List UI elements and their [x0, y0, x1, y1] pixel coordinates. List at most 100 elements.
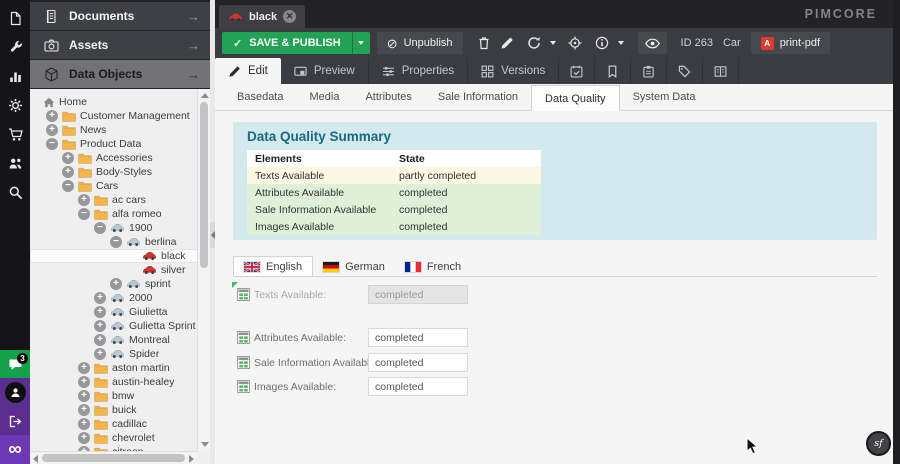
horizontal-scroll-thumb[interactable]: [42, 454, 185, 462]
info-icon[interactable]: [591, 32, 614, 54]
scroll-down-icon[interactable]: [201, 442, 209, 447]
collapse-icon[interactable]: −: [62, 180, 74, 192]
subtab-basedata[interactable]: Basedata: [224, 84, 296, 110]
tab-bookmark-icon[interactable]: [595, 58, 631, 84]
tree-item-montreal[interactable]: +Montreal: [30, 333, 210, 347]
tree-item-cars[interactable]: −Cars: [30, 179, 210, 193]
collapse-icon[interactable]: −: [94, 222, 106, 234]
expand-icon[interactable]: +: [94, 320, 106, 332]
subtab-media[interactable]: Media: [296, 84, 352, 110]
tree-item-chevrolet[interactable]: +chevrolet: [30, 431, 210, 445]
tree-item-bmw[interactable]: +bmw: [30, 389, 210, 403]
subtab-sale-information[interactable]: Sale Information: [425, 84, 531, 110]
collapse-icon[interactable]: −: [110, 236, 122, 248]
search-icon[interactable]: [0, 178, 30, 207]
ecommerce-icon[interactable]: [0, 120, 30, 149]
profiler-badge[interactable]: sf: [866, 431, 891, 456]
tab-dependencies-icon[interactable]: [703, 58, 739, 84]
unpublish-button[interactable]: ⊘ Unpublish: [377, 32, 463, 54]
tab-notes-icon[interactable]: [631, 58, 667, 84]
expand-icon[interactable]: +: [46, 110, 58, 122]
expand-icon[interactable]: +: [78, 432, 90, 444]
expand-icon[interactable]: +: [110, 278, 122, 290]
reload-icon[interactable]: [523, 32, 546, 54]
locate-in-tree-icon[interactable]: [564, 32, 587, 54]
tree-item-product-data[interactable]: −Product Data: [30, 137, 210, 151]
delete-icon[interactable]: [473, 32, 496, 54]
save-options-dropdown[interactable]: [352, 32, 370, 54]
scroll-up-icon[interactable]: [201, 93, 209, 98]
tree-item-ac-cars[interactable]: +ac cars: [30, 193, 210, 207]
close-icon[interactable]: ✕: [283, 10, 296, 23]
expand-icon[interactable]: +: [78, 418, 90, 430]
logout-icon[interactable]: [0, 407, 30, 435]
tree-item-2000[interactable]: +2000: [30, 291, 210, 305]
tree-item-1900[interactable]: −1900: [30, 221, 210, 235]
field-input-images-available[interactable]: [368, 377, 468, 396]
user-avatar-icon[interactable]: [0, 378, 30, 407]
notifications-icon[interactable]: 3: [0, 350, 30, 378]
tree-item-alfa-romeo[interactable]: −alfa romeo: [30, 207, 210, 221]
save-publish-button[interactable]: ✓SAVE & PUBLISH: [222, 32, 370, 54]
accordion-data-objects[interactable]: Data Objects →: [30, 60, 210, 88]
language-tab-english[interactable]: English: [233, 256, 313, 277]
subtab-system-data[interactable]: System Data: [620, 84, 709, 110]
reload-dropdown-icon[interactable]: [546, 32, 560, 54]
open-object-tab[interactable]: black ✕: [219, 5, 305, 28]
pimcore-infinity-icon[interactable]: ∞: [0, 435, 30, 464]
tree-item-customer-management[interactable]: +Customer Management: [30, 109, 210, 123]
scroll-left-icon[interactable]: [33, 455, 38, 463]
expand-icon[interactable]: +: [78, 362, 90, 374]
tree-item-giulietta[interactable]: +Giulietta: [30, 305, 210, 319]
tree-item-accessories[interactable]: +Accessories: [30, 151, 210, 165]
expand-icon[interactable]: +: [94, 348, 106, 360]
expand-icon[interactable]: +: [62, 166, 74, 178]
expand-icon[interactable]: +: [94, 292, 106, 304]
expand-icon[interactable]: +: [62, 152, 74, 164]
tree-item-spider[interactable]: +Spider: [30, 347, 210, 361]
expand-icon[interactable]: +: [94, 306, 106, 318]
tree-item-austin-healey[interactable]: +austin-healey: [30, 375, 210, 389]
accordion-assets[interactable]: Assets →: [30, 31, 210, 59]
subtab-attributes[interactable]: Attributes: [352, 84, 424, 110]
vertical-scroll-thumb[interactable]: [200, 102, 208, 268]
accordion-documents[interactable]: Documents →: [30, 2, 210, 30]
tree-item-body-styles[interactable]: +Body-Styles: [30, 165, 210, 179]
print-pdf-button[interactable]: A print-pdf: [751, 32, 830, 54]
language-tab-german[interactable]: German: [313, 256, 395, 277]
collapse-icon[interactable]: −: [46, 138, 58, 150]
tree-item-home[interactable]: Home: [30, 95, 210, 109]
reports-icon[interactable]: [0, 62, 30, 91]
documents-icon[interactable]: [0, 4, 30, 33]
field-input-attributes-available[interactable]: [368, 328, 468, 347]
customers-icon[interactable]: [0, 149, 30, 178]
expand-icon[interactable]: +: [46, 124, 58, 136]
tree-item-sprint[interactable]: +sprint: [30, 277, 210, 291]
rename-icon[interactable]: [496, 32, 519, 54]
tree-item-silver[interactable]: silver: [30, 263, 210, 277]
collapse-icon[interactable]: −: [78, 208, 90, 220]
tree-item-buick[interactable]: +buick: [30, 403, 210, 417]
tab-properties[interactable]: Properties: [369, 58, 468, 84]
open-preview-icon[interactable]: [638, 32, 667, 54]
tree-item-news[interactable]: +News: [30, 123, 210, 137]
tree-item-aston-martin[interactable]: +aston martin: [30, 361, 210, 375]
expand-icon[interactable]: +: [78, 390, 90, 402]
expand-icon[interactable]: +: [78, 194, 90, 206]
settings-icon[interactable]: [0, 91, 30, 120]
tools-icon[interactable]: [0, 33, 30, 62]
language-tab-french[interactable]: French: [395, 256, 471, 277]
tab-versions[interactable]: Versions: [468, 58, 559, 84]
tab-preview[interactable]: Preview: [281, 58, 369, 84]
tree-item-cadillac[interactable]: +cadillac: [30, 417, 210, 431]
tree-vertical-scrollbar[interactable]: [197, 89, 210, 451]
subtab-data-quality[interactable]: Data Quality: [531, 85, 620, 111]
expand-icon[interactable]: +: [78, 376, 90, 388]
info-dropdown-icon[interactable]: [614, 32, 628, 54]
tab-tag-icon[interactable]: [667, 58, 703, 84]
tree-item-black[interactable]: black: [30, 249, 210, 263]
field-input-texts-available[interactable]: [368, 285, 468, 304]
field-input-sale-information-available[interactable]: [368, 353, 468, 372]
expand-icon[interactable]: +: [94, 334, 106, 346]
tab-edit[interactable]: Edit: [215, 58, 281, 84]
